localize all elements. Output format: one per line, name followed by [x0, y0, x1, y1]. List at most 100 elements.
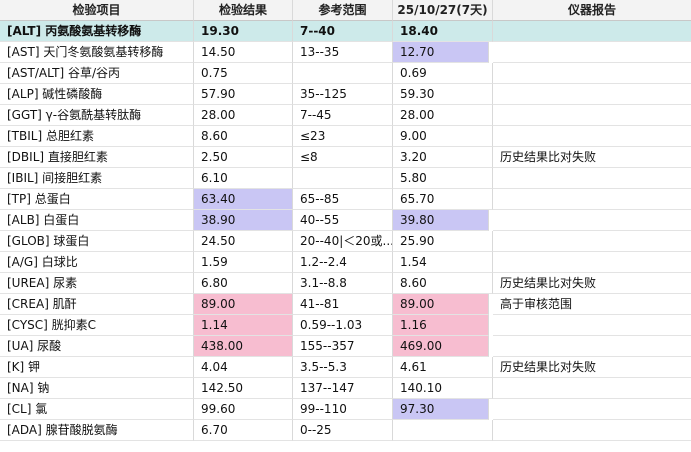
cell-instrument-report — [493, 378, 691, 399]
cell-instrument-report — [493, 63, 691, 84]
table-row[interactable]: [A/G] 白球比 1.59 1.2--2.4 1.54 — [0, 252, 691, 273]
cell-result: 38.90 — [194, 210, 293, 231]
cell-range: 3.5--5.3 — [293, 357, 393, 378]
cell-item: [ALP] 碱性磷酸酶 — [0, 84, 194, 105]
cell-range: 41--81 — [293, 294, 393, 315]
col-header-instrument-report[interactable]: 仪器报告 — [493, 0, 691, 21]
cell-instrument-report — [493, 42, 691, 63]
cell-range: 35--125 — [293, 84, 393, 105]
cell-item: [IBIL] 间接胆红素 — [0, 168, 194, 189]
cell-history: 89.00 — [393, 294, 489, 315]
cell-result: 63.40 — [194, 189, 293, 210]
cell-instrument-report — [493, 399, 691, 420]
cell-result: 438.00 — [194, 336, 293, 357]
table-row[interactable]: [CYSC] 胱抑素C 1.14 0.59--1.03 1.16 — [0, 315, 691, 336]
cell-item: [K] 钾 — [0, 357, 194, 378]
cell-item: [UREA] 尿素 — [0, 273, 194, 294]
table-row[interactable]: [IBIL] 间接胆红素 6.10 5.80 — [0, 168, 691, 189]
table-row[interactable]: [UREA] 尿素 6.80 3.1--8.8 8.60 历史结果比对失败 — [0, 273, 691, 294]
cell-history: 9.00 — [393, 126, 493, 147]
cell-item: [ADA] 腺苷酸脱氨酶 — [0, 420, 194, 441]
cell-history: 25.90 — [393, 231, 493, 252]
cell-instrument-report — [493, 189, 691, 210]
cell-range: 40--55 — [293, 210, 393, 231]
cell-result: 57.90 — [194, 84, 293, 105]
cell-history: 59.30 — [393, 84, 493, 105]
col-header-item[interactable]: 检验项目 — [0, 0, 194, 21]
cell-history: 3.20 — [393, 147, 493, 168]
table-row[interactable]: [GLOB] 球蛋白 24.50 20--40|＜20或... 25.90 — [0, 231, 691, 252]
cell-instrument-report — [493, 420, 691, 441]
cell-result: 1.14 — [194, 315, 293, 336]
cell-result: 4.04 — [194, 357, 293, 378]
cell-item: [AST/ALT] 谷草/谷丙 — [0, 63, 194, 84]
col-header-range[interactable]: 参考范围 — [293, 0, 393, 21]
cell-range: 137--147 — [293, 378, 393, 399]
cell-instrument-report: 历史结果比对失败 — [493, 357, 691, 378]
cell-instrument-report — [493, 105, 691, 126]
cell-item: [ALT] 丙氨酸氨基转移酶 — [0, 21, 194, 42]
cell-result: 19.30 — [194, 21, 293, 42]
table-row[interactable]: [TP] 总蛋白 63.40 65--85 65.70 — [0, 189, 691, 210]
cell-result: 28.00 — [194, 105, 293, 126]
cell-history: 12.70 — [393, 42, 489, 63]
cell-range: 3.1--8.8 — [293, 273, 393, 294]
cell-instrument-report: 高于审核范围 — [493, 294, 691, 315]
table-row[interactable]: [AST/ALT] 谷草/谷丙 0.75 0.69 — [0, 63, 691, 84]
table-row[interactable]: [TBIL] 总胆红素 8.60 ≤23 9.00 — [0, 126, 691, 147]
cell-result: 14.50 — [194, 42, 293, 63]
table-row[interactable]: [GGT] γ-谷氨酰基转肽酶 28.00 7--45 28.00 — [0, 105, 691, 126]
cell-history: 65.70 — [393, 189, 493, 210]
table-row[interactable]: [ALT] 丙氨酸氨基转移酶 19.30 7--40 18.40 — [0, 21, 691, 42]
cell-range: 1.2--2.4 — [293, 252, 393, 273]
cell-item: [TBIL] 总胆红素 — [0, 126, 194, 147]
cell-range: ≤8 — [293, 147, 393, 168]
cell-history: 97.30 — [393, 399, 489, 420]
cell-range: 65--85 — [293, 189, 393, 210]
cell-item: [CREA] 肌酐 — [0, 294, 194, 315]
cell-item: [TP] 总蛋白 — [0, 189, 194, 210]
table-row[interactable]: [NA] 钠 142.50 137--147 140.10 — [0, 378, 691, 399]
cell-instrument-report — [493, 231, 691, 252]
cell-history: 1.54 — [393, 252, 493, 273]
table-row[interactable]: [ALB] 白蛋白 38.90 40--55 39.80 — [0, 210, 691, 231]
cell-instrument-report — [493, 210, 691, 231]
cell-instrument-report — [493, 21, 691, 42]
cell-result: 89.00 — [194, 294, 293, 315]
cell-range: 99--110 — [293, 399, 393, 420]
cell-range: 0--25 — [293, 420, 393, 441]
table-row[interactable]: [ADA] 腺苷酸脱氨酶 6.70 0--25 — [0, 420, 691, 441]
cell-history: 4.61 — [393, 357, 493, 378]
table-row[interactable]: [UA] 尿酸 438.00 155--357 469.00 — [0, 336, 691, 357]
col-header-result[interactable]: 检验结果 — [194, 0, 293, 21]
cell-history: 140.10 — [393, 378, 493, 399]
cell-item: [AST] 天门冬氨酸氨基转移酶 — [0, 42, 194, 63]
table-row[interactable]: [AST] 天门冬氨酸氨基转移酶 14.50 13--35 12.70 — [0, 42, 691, 63]
cell-item: [DBIL] 直接胆红素 — [0, 147, 194, 168]
table-row[interactable]: [DBIL] 直接胆红素 2.50 ≤8 3.20 历史结果比对失败 — [0, 147, 691, 168]
table-row[interactable]: [K] 钾 4.04 3.5--5.3 4.61 历史结果比对失败 — [0, 357, 691, 378]
cell-result: 2.50 — [194, 147, 293, 168]
cell-item: [ALB] 白蛋白 — [0, 210, 194, 231]
cell-result: 24.50 — [194, 231, 293, 252]
col-header-history[interactable]: 25/10/27(7天) — [393, 0, 493, 21]
cell-instrument-report — [493, 315, 691, 336]
cell-instrument-report: 历史结果比对失败 — [493, 147, 691, 168]
cell-item: [CYSC] 胱抑素C — [0, 315, 194, 336]
cell-range: ≤23 — [293, 126, 393, 147]
cell-instrument-report — [493, 126, 691, 147]
cell-instrument-report — [493, 336, 691, 357]
table-row[interactable]: [CREA] 肌酐 89.00 41--81 89.00 高于审核范围 — [0, 294, 691, 315]
cell-history: 469.00 — [393, 336, 489, 357]
cell-history: 5.80 — [393, 168, 493, 189]
cell-range: 7--40 — [293, 21, 393, 42]
cell-item: [NA] 钠 — [0, 378, 194, 399]
table-row[interactable]: [ALP] 碱性磷酸酶 57.90 35--125 59.30 — [0, 84, 691, 105]
cell-instrument-report: 历史结果比对失败 — [493, 273, 691, 294]
cell-result: 6.80 — [194, 273, 293, 294]
cell-result: 142.50 — [194, 378, 293, 399]
cell-history: 28.00 — [393, 105, 493, 126]
table-row[interactable]: [CL] 氯 99.60 99--110 97.30 — [0, 399, 691, 420]
cell-item: [GLOB] 球蛋白 — [0, 231, 194, 252]
table-header: 检验项目 检验结果 参考范围 25/10/27(7天) 仪器报告 — [0, 0, 691, 21]
